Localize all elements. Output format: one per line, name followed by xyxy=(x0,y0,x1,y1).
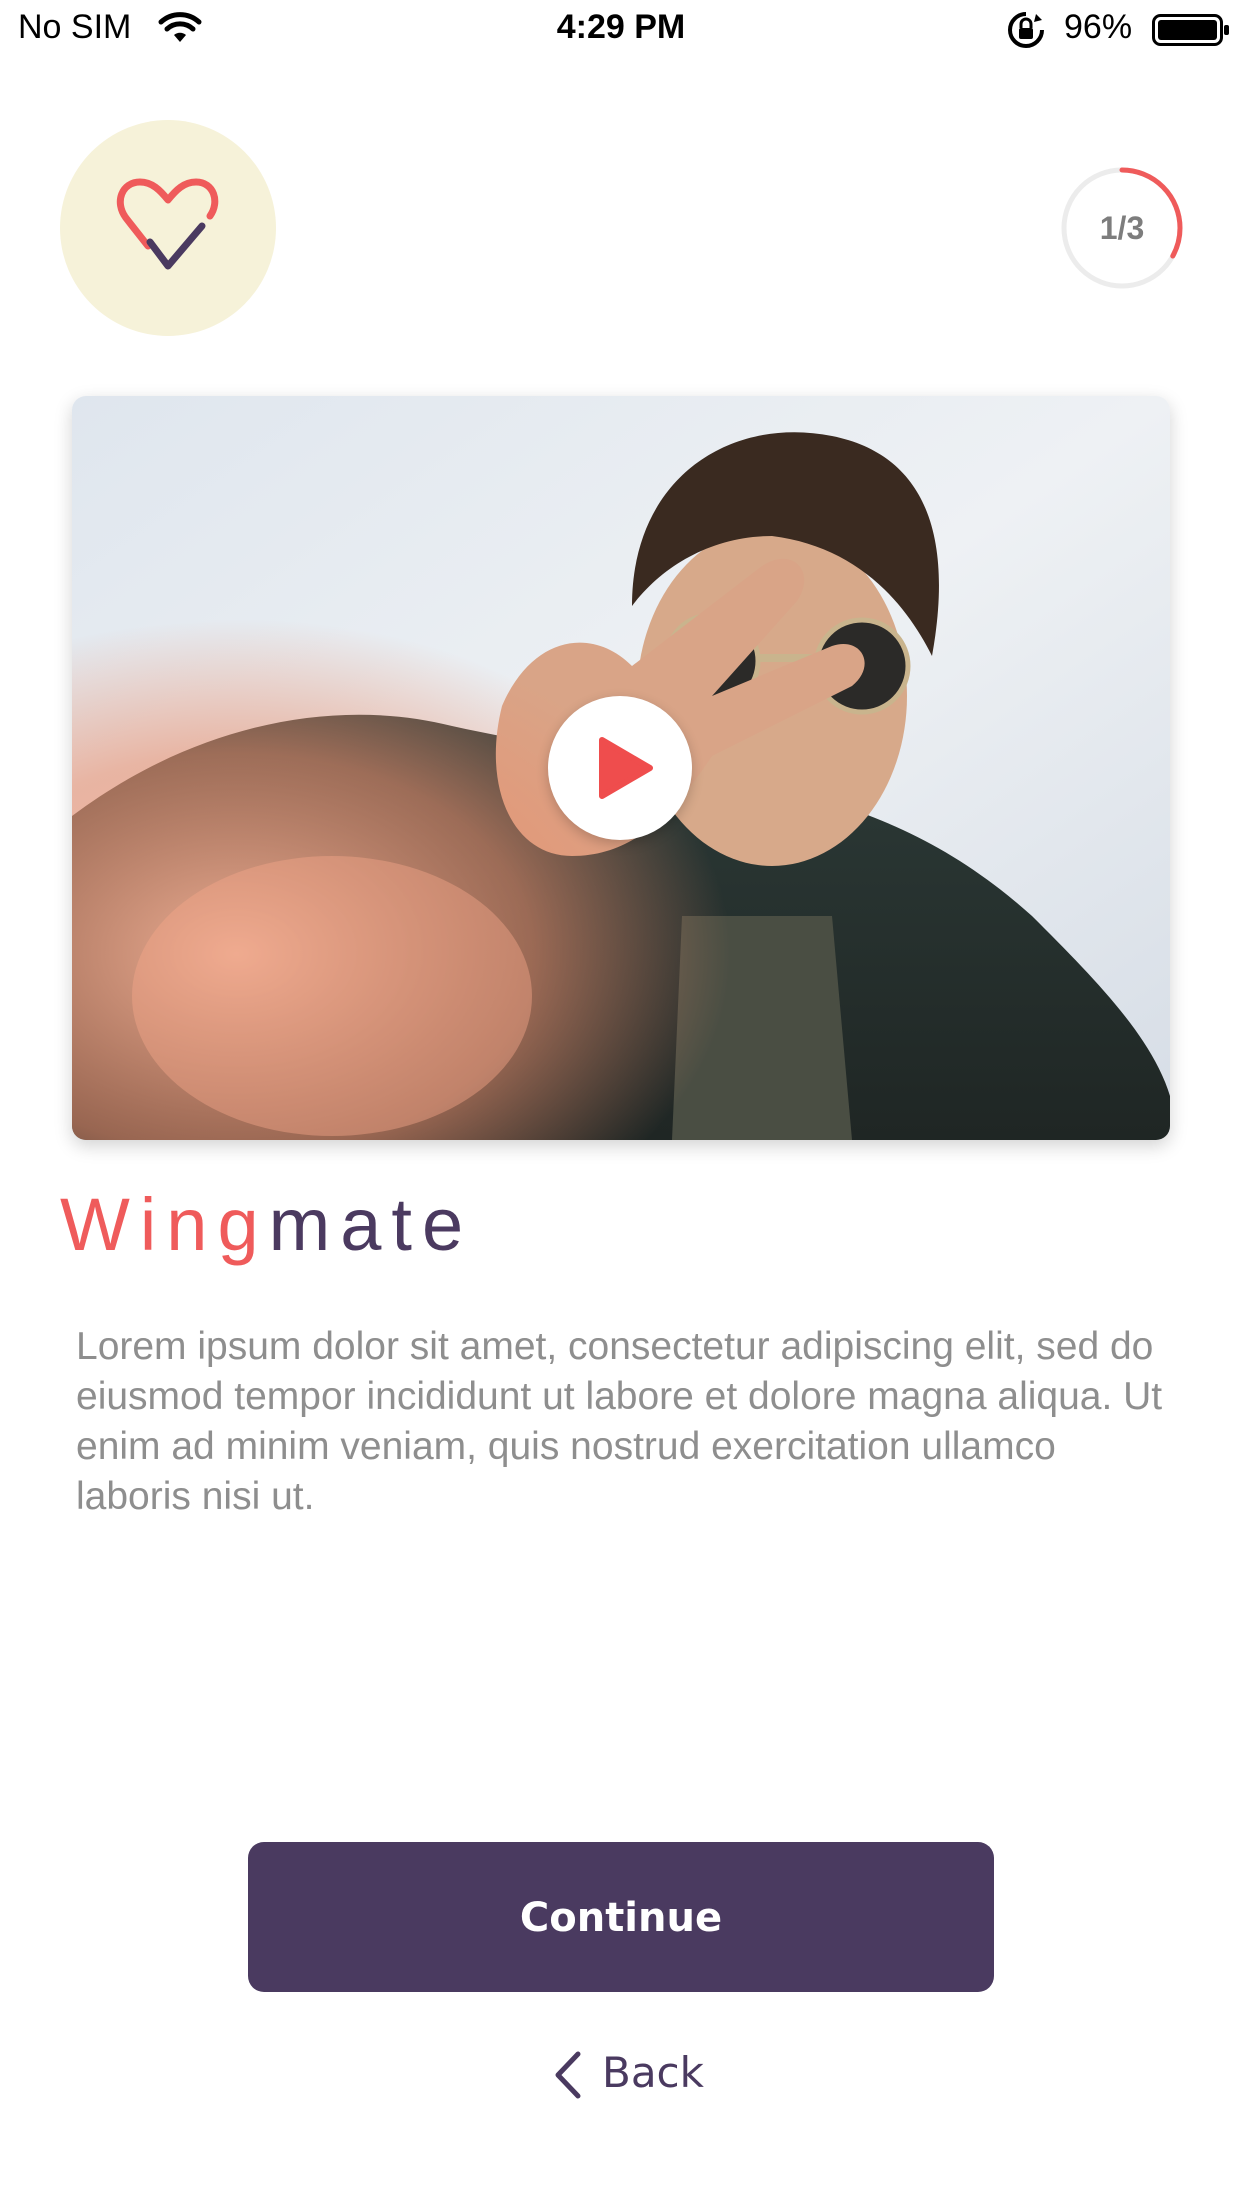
battery-percent: 96% xyxy=(1064,8,1133,46)
heart-check-icon xyxy=(116,178,219,270)
back-link[interactable]: Back xyxy=(540,2040,740,2110)
progress-label: 1/3 xyxy=(1099,210,1145,246)
battery-icon xyxy=(1152,14,1229,46)
brand-part-wing: Wing xyxy=(60,1183,269,1266)
play-button[interactable] xyxy=(548,696,692,840)
progress-indicator: 1/3 xyxy=(1060,166,1184,290)
description-text: Lorem ipsum dolor sit amet, consectetur … xyxy=(76,1325,1163,1518)
clock: 4:29 PM xyxy=(556,8,686,46)
video-card[interactable] xyxy=(72,396,1170,1140)
brand-wordmark: Wingmate xyxy=(60,1182,473,1267)
brand-part-mate: mate xyxy=(268,1183,474,1266)
orientation-lock-icon xyxy=(1008,12,1044,48)
chevron-left-icon xyxy=(555,2051,581,2099)
back-label: Back xyxy=(602,2048,704,2097)
status-bar: No SIM 4:29 PM 96% xyxy=(0,0,1242,60)
continue-button[interactable]: Continue xyxy=(248,1842,994,1992)
app-logo xyxy=(60,120,276,336)
play-icon xyxy=(599,737,653,799)
